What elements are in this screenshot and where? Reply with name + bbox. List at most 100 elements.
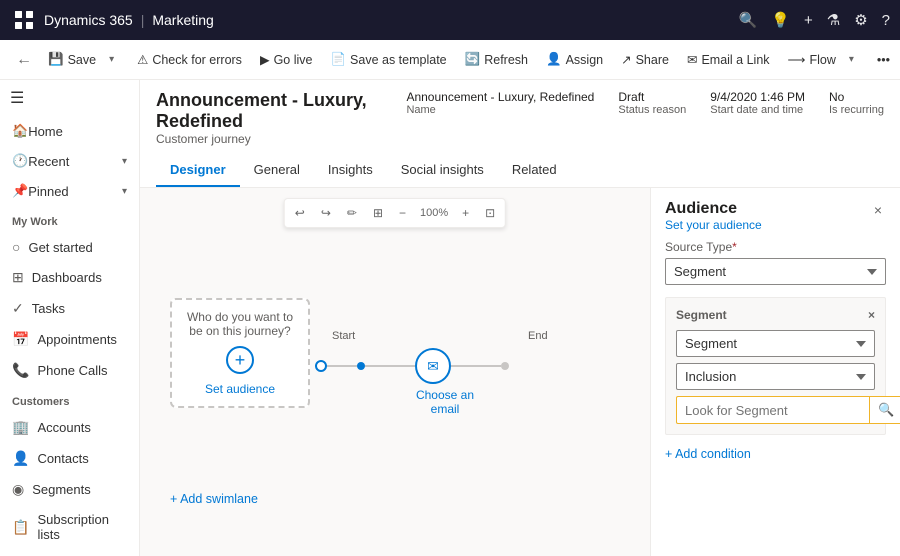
more-icon: •••: [877, 53, 890, 67]
panel-header: Audience Set your audience ×: [651, 188, 900, 240]
recent-arrow: ▾: [122, 156, 127, 167]
save-dropdown-button[interactable]: ▾: [106, 50, 117, 69]
panel-body: Source Type* Segment Segment × Segment: [651, 240, 900, 556]
flow-end-label: End: [528, 330, 548, 342]
content-area: Announcement - Luxury, Redefined Custome…: [140, 80, 900, 556]
tasks-icon: ✓: [12, 300, 24, 317]
canvas-container: ↩ ↪ ✏ ⊞ − 100% + ⊡ Who do you want to be…: [140, 188, 900, 556]
email-link-button[interactable]: ✉ Email a Link: [679, 48, 778, 71]
tab-insights[interactable]: Insights: [314, 154, 387, 187]
source-type-select[interactable]: Segment: [665, 258, 886, 285]
app-grid-icon[interactable]: [10, 6, 38, 34]
start-node[interactable]: Who do you want to be on this journey? +…: [170, 298, 310, 408]
save-template-button[interactable]: 📄 Save as template: [322, 48, 454, 71]
inclusion-select[interactable]: Inclusion: [676, 363, 875, 390]
meta-datetime: 9/4/2020 1:46 PM Start date and time: [710, 90, 805, 116]
top-nav-icons: 🔍 💡 + ⚗ ⚙ ?: [739, 11, 890, 29]
zoom-in-button[interactable]: +: [455, 202, 476, 224]
flow-dropdown-button[interactable]: ▾: [846, 50, 857, 69]
sidebar-item-appointments[interactable]: 📅 Appointments: [0, 324, 139, 355]
refresh-icon: 🔄: [465, 52, 481, 67]
flow-start-circle: [315, 360, 327, 372]
layout-button[interactable]: ⊞: [366, 202, 390, 224]
settings-nav-icon[interactable]: ⚙: [854, 11, 867, 29]
sidebar: ☰ 🏠 Home 🕐 Recent ▾ 📌 Pinned ▾ My Work ○…: [0, 80, 140, 556]
sidebar-item-subscription-lists[interactable]: 📋 Subscription lists: [0, 505, 139, 549]
check-errors-button[interactable]: ⚠ Check for errors: [129, 48, 250, 71]
meta-recurring: No Is recurring: [829, 90, 884, 116]
sidebar-item-dashboards[interactable]: ⊞ Dashboards: [0, 262, 139, 293]
flow-line-2: [365, 365, 415, 367]
add-condition-button[interactable]: + Add condition: [665, 443, 886, 465]
subscription-icon: 📋: [12, 519, 29, 536]
save-button[interactable]: 💾 Save: [40, 48, 104, 71]
segment-search-button[interactable]: 🔍: [869, 396, 900, 424]
refresh-button[interactable]: 🔄 Refresh: [457, 48, 536, 71]
segment-search-input[interactable]: [676, 396, 869, 424]
page-header-top: Announcement - Luxury, Redefined Custome…: [156, 90, 884, 146]
save-dropdown-icon: ▾: [109, 54, 114, 65]
sidebar-item-pinned[interactable]: 📌 Pinned ▾: [0, 176, 139, 206]
sidebar-item-tasks[interactable]: ✓ Tasks: [0, 293, 139, 324]
back-button[interactable]: ←: [10, 47, 38, 73]
add-swimlane-button[interactable]: + Add swimlane: [170, 492, 258, 506]
panel-title-group: Audience Set your audience: [665, 200, 762, 232]
redo-button[interactable]: ↪: [314, 202, 338, 224]
segments-icon: ◉: [12, 481, 24, 498]
hamburger-button[interactable]: ☰: [0, 80, 139, 116]
search-nav-icon[interactable]: 🔍: [739, 11, 758, 29]
command-bar: ← 💾 Save ▾ ⚠ Check for errors ▶ Go live …: [0, 40, 900, 80]
tab-social-insights[interactable]: Social insights: [387, 154, 498, 187]
phone-icon: 📞: [12, 362, 29, 379]
start-node-text: Who do you want to be on this journey?: [172, 310, 308, 338]
fit-button[interactable]: ⊡: [478, 202, 502, 224]
funnel-nav-icon[interactable]: ⚗: [827, 11, 840, 29]
sidebar-item-contacts[interactable]: 👤 Contacts: [0, 443, 139, 474]
go-live-icon: ▶: [260, 52, 270, 67]
plus-nav-icon[interactable]: +: [804, 12, 813, 29]
pin-icon: 📌: [12, 183, 28, 199]
my-work-section-header: My Work: [0, 206, 139, 232]
segment-section: Segment × Segment Inclusion 🔍: [665, 297, 886, 435]
tab-designer[interactable]: Designer: [156, 154, 240, 187]
share-button[interactable]: ↗ Share: [613, 48, 677, 71]
marketing-exec-section-header: Marketing execution: [0, 549, 139, 556]
home-icon: 🏠: [12, 123, 28, 139]
dashboards-icon: ⊞: [12, 269, 24, 286]
zoom-out-button[interactable]: −: [392, 202, 413, 224]
sidebar-item-accounts[interactable]: 🏢 Accounts: [0, 412, 139, 443]
segment-section-close[interactable]: ×: [868, 308, 875, 322]
contacts-icon: 👤: [12, 450, 29, 467]
choose-email-label[interactable]: Choose an email: [405, 388, 485, 416]
flow-button[interactable]: ⟶ Flow: [780, 48, 844, 71]
tab-general[interactable]: General: [240, 154, 314, 187]
go-live-button[interactable]: ▶ Go live: [252, 48, 321, 71]
sidebar-item-home[interactable]: 🏠 Home: [0, 116, 139, 146]
panel-subtitle[interactable]: Set your audience: [665, 218, 762, 232]
main-layout: ☰ 🏠 Home 🕐 Recent ▾ 📌 Pinned ▾ My Work ○…: [0, 80, 900, 556]
assign-button[interactable]: 👤 Assign: [538, 48, 611, 71]
flow-line: ✉: [315, 348, 509, 384]
segment-type-select[interactable]: Segment: [676, 330, 875, 357]
sidebar-item-get-started[interactable]: ○ Get started: [0, 232, 139, 262]
journey-canvas: Who do you want to be on this journey? +…: [160, 238, 650, 536]
flow-line-3: [451, 365, 501, 367]
sidebar-item-segments[interactable]: ◉ Segments: [0, 474, 139, 505]
more-button[interactable]: •••: [869, 49, 898, 71]
lightbulb-nav-icon[interactable]: 💡: [771, 11, 790, 29]
save-icon: 💾: [48, 52, 64, 67]
pinned-arrow: ▾: [122, 186, 127, 197]
panel-close-button[interactable]: ×: [870, 200, 886, 220]
email-node[interactable]: ✉: [415, 348, 451, 384]
zoom-level-display: 100%: [415, 203, 453, 223]
add-audience-button[interactable]: +: [226, 346, 254, 374]
sidebar-item-recent[interactable]: 🕐 Recent ▾: [0, 146, 139, 176]
sidebar-item-phone-calls[interactable]: 📞 Phone Calls: [0, 355, 139, 386]
edit-mode-button[interactable]: ✏: [340, 202, 364, 224]
tab-related[interactable]: Related: [498, 154, 571, 187]
help-nav-icon[interactable]: ?: [882, 12, 890, 29]
page-subtitle: Customer journey: [156, 132, 406, 146]
appointments-icon: 📅: [12, 331, 29, 348]
set-audience-link[interactable]: Set audience: [205, 382, 275, 396]
undo-button[interactable]: ↩: [288, 202, 312, 224]
